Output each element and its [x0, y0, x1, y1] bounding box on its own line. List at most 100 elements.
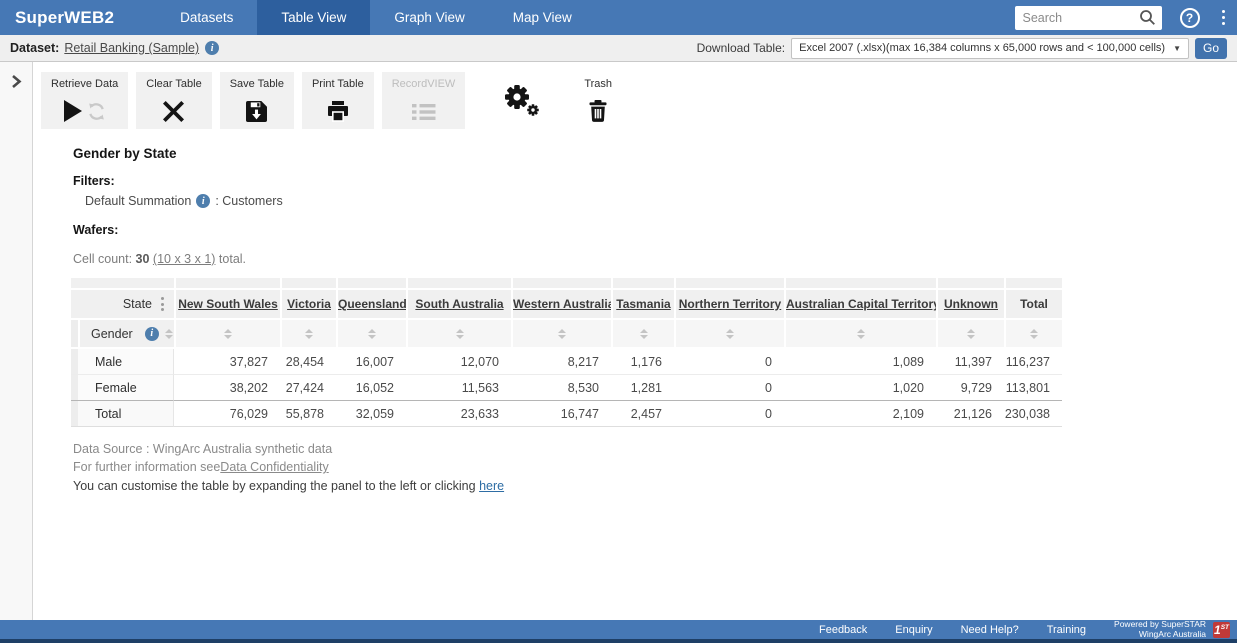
trash-label: Trash	[584, 78, 612, 90]
data-cell: 9,729	[936, 375, 1004, 401]
nav-item-map-view[interactable]: Map View	[489, 0, 596, 35]
column-header: Tasmania	[611, 290, 674, 320]
save-table-button[interactable]: Save Table	[220, 72, 294, 129]
column-header: Queensland	[336, 290, 406, 320]
print-table-button[interactable]: Print Table	[302, 72, 374, 129]
state-menu-icon[interactable]	[159, 295, 166, 313]
nav-item-table-view[interactable]: Table View	[257, 0, 370, 35]
footer-link-need-help[interactable]: Need Help?	[961, 624, 1019, 636]
search-input[interactable]	[1023, 11, 1139, 25]
cell-count-line: Cell count: 30 (10 x 3 x 1) total.	[73, 252, 1237, 266]
footer-link-training[interactable]: Training	[1047, 624, 1086, 636]
filter-item: Default Summation i : Customers	[85, 194, 1237, 208]
sort-icon[interactable]	[640, 329, 648, 339]
column-header-link[interactable]: Queensland	[338, 297, 406, 311]
data-source-note: Data Source : WingArc Australia syntheti…	[73, 440, 1237, 458]
column-sort-cell	[936, 320, 1004, 349]
row-gutter	[71, 349, 78, 375]
data-cell: 8,217	[511, 349, 611, 375]
column-header: Australian Capital Territory	[784, 290, 936, 320]
data-table: State New South Wales Victoria Queenslan…	[71, 278, 1062, 427]
nav-item-datasets[interactable]: Datasets	[156, 0, 257, 35]
spacer-cell	[406, 278, 511, 290]
spacer-cell	[71, 278, 174, 290]
data-cell: 27,424	[280, 375, 336, 401]
cell-count-pre: Cell count:	[73, 252, 136, 266]
table-options-button[interactable]	[503, 72, 540, 129]
column-sort-cell	[406, 320, 511, 349]
column-sort-cell	[174, 320, 280, 349]
customise-here-link[interactable]: here	[479, 479, 504, 493]
spacer-cell	[174, 278, 280, 290]
nav-item-label: Table View	[281, 10, 346, 25]
data-confidentiality-link[interactable]: Data Confidentiality	[220, 460, 328, 474]
row-axis-cell: Gender i	[78, 320, 174, 349]
footer-link-feedback[interactable]: Feedback	[819, 624, 867, 636]
search-icon[interactable]	[1139, 9, 1156, 26]
help-icon[interactable]: ?	[1180, 8, 1200, 28]
save-icon	[246, 101, 267, 122]
sort-icon[interactable]	[857, 329, 865, 339]
spacer-cell	[511, 278, 611, 290]
sort-icon[interactable]	[1030, 329, 1038, 339]
nav-item-label: Datasets	[180, 10, 233, 25]
row-label: Total	[78, 401, 174, 427]
gender-info-icon[interactable]: i	[145, 327, 159, 341]
column-header-total-label: Total	[1020, 297, 1048, 311]
row-axis-header-row: Gender i	[71, 320, 1062, 349]
data-cell: 1,089	[784, 349, 936, 375]
data-cell: 230,038	[1004, 401, 1062, 427]
table-row: Male 37,827 28,454 16,007 12,070 8,217 1…	[71, 349, 1062, 375]
column-header-link[interactable]: Western Australia	[513, 297, 611, 311]
sort-icon[interactable]	[165, 329, 173, 339]
sort-icon[interactable]	[368, 329, 376, 339]
column-header: South Australia	[406, 290, 511, 320]
sort-icon[interactable]	[967, 329, 975, 339]
data-cell: 37,827	[174, 349, 280, 375]
expand-panel-chevron-icon[interactable]	[11, 74, 22, 89]
column-header-link[interactable]: Unknown	[944, 297, 998, 311]
clear-table-label: Clear Table	[146, 78, 201, 90]
recordview-label: RecordVIEW	[392, 78, 456, 90]
column-header-link[interactable]: South Australia	[415, 297, 503, 311]
data-cell: 0	[674, 375, 784, 401]
sort-icon[interactable]	[726, 329, 734, 339]
download-format-value: Excel 2007 (.xlsx)(max 16,384 columns x …	[799, 42, 1165, 54]
dataset-link[interactable]: Retail Banking (Sample)	[64, 41, 199, 55]
download-format-select[interactable]: Excel 2007 (.xlsx)(max 16,384 columns x …	[791, 38, 1189, 59]
column-header-link[interactable]: New South Wales	[178, 297, 278, 311]
column-header: Western Australia	[511, 290, 611, 320]
cell-count-value: 30	[136, 252, 150, 266]
cell-count-post: total.	[215, 252, 246, 266]
row-axis-label: Gender	[91, 327, 133, 341]
table-view-content: Retrieve Data Clear Table Save Table Pri…	[33, 62, 1237, 620]
sort-icon[interactable]	[224, 329, 232, 339]
printer-icon	[326, 101, 350, 122]
table-row: Female 38,202 27,424 16,052 11,563 8,530…	[71, 375, 1062, 401]
footer-link-enquiry[interactable]: Enquiry	[895, 624, 932, 636]
download-go-button[interactable]: Go	[1195, 38, 1227, 59]
cell-count-link[interactable]: (10 x 3 x 1)	[153, 252, 216, 266]
retrieve-data-button[interactable]: Retrieve Data	[41, 72, 128, 129]
dataset-info-icon[interactable]: i	[205, 41, 219, 55]
spacer-cell	[280, 278, 336, 290]
overflow-menu-icon[interactable]	[1220, 8, 1228, 28]
row-gutter	[71, 320, 78, 349]
column-header-link[interactable]: Australian Capital Territory	[786, 297, 936, 311]
navbar-right: ?	[1015, 0, 1237, 35]
column-header-link[interactable]: Northern Territory	[679, 297, 781, 311]
sort-icon[interactable]	[558, 329, 566, 339]
spacer-cell	[936, 278, 1004, 290]
data-cell: 2,457	[611, 401, 674, 427]
filter-info-icon[interactable]: i	[196, 194, 210, 208]
sort-icon[interactable]	[456, 329, 464, 339]
sort-icon[interactable]	[305, 329, 313, 339]
trash-button[interactable]: Trash	[584, 72, 612, 129]
column-header: Unknown	[936, 290, 1004, 320]
clear-table-button[interactable]: Clear Table	[136, 72, 211, 129]
data-cell: 0	[674, 401, 784, 427]
column-header-link[interactable]: Victoria	[287, 297, 331, 311]
recordview-button: RecordVIEW	[382, 72, 466, 129]
column-header-link[interactable]: Tasmania	[616, 297, 670, 311]
nav-item-graph-view[interactable]: Graph View	[370, 0, 488, 35]
